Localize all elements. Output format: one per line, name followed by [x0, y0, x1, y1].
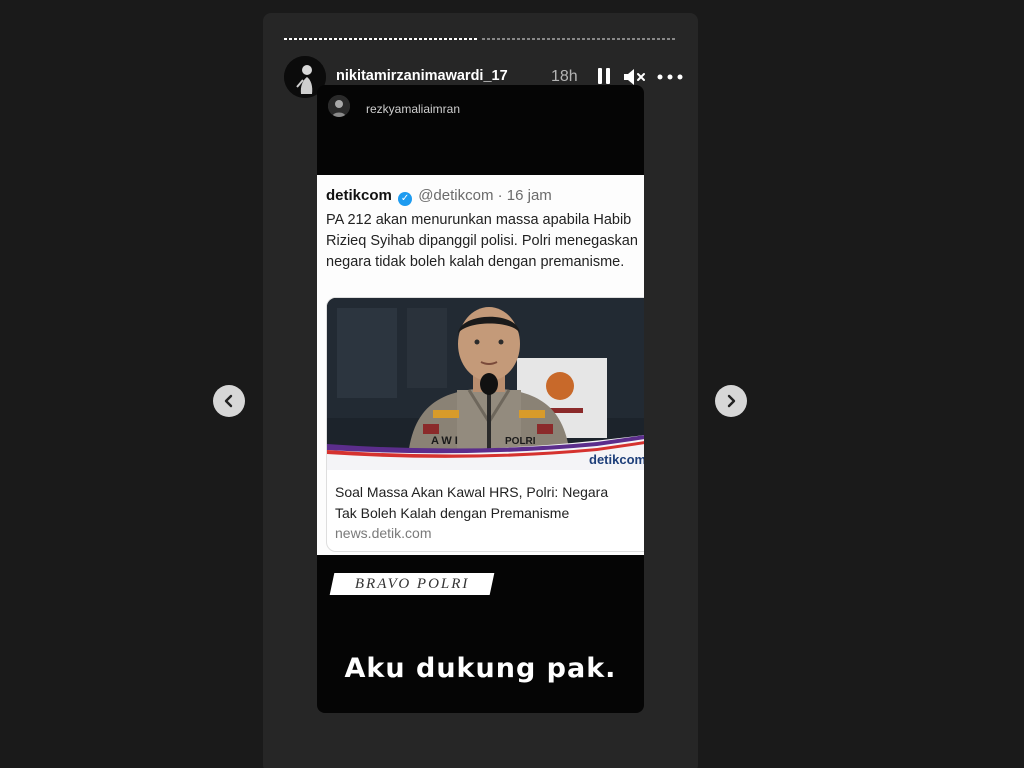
chevron-right-icon — [727, 394, 736, 408]
bravo-polri-sticker: BRAVO POLRI — [329, 573, 495, 595]
detikcom-watermark: detikcom — [589, 452, 644, 467]
progress-segment-1 — [284, 38, 479, 40]
tweet-screenshot: detikcom ✓ @detikcom · 16 jam PA 212 aka… — [317, 175, 644, 555]
reposter-avatar-image — [328, 95, 350, 117]
reposter-username: rezkyamaliaimran — [366, 102, 461, 116]
story-caption: Aku dukung pak. — [344, 653, 617, 684]
verified-badge-icon: ✓ — [398, 192, 413, 206]
link-title-line-1: Soal Massa Akan Kawal HRS, Polri: Negara — [335, 484, 609, 500]
tweet-handle-time: @detikcom · 16 jam — [418, 187, 552, 204]
previous-story-button[interactable] — [213, 385, 245, 417]
link-title-line-2: Tak Boleh Kalah dengan Premanisme — [335, 505, 570, 521]
tweet-header: detikcom ✓ @detikcom · 16 jam — [326, 187, 552, 206]
link-preview-image: AWI POLRI detikcom — [327, 298, 644, 470]
polri-badge-text: POLRI — [505, 436, 536, 447]
story-progress-bar — [284, 38, 676, 41]
story-content[interactable]: rezkyamaliaimran detikcom ✓ @detikcom · … — [317, 85, 644, 713]
story-time: 18h — [551, 68, 578, 85]
tweet-text: PA 212 akan menurunkan massa apabila Hab… — [326, 212, 638, 270]
username[interactable]: nikitamirzanimawardi_17 — [336, 68, 508, 84]
chevron-left-icon — [224, 394, 233, 408]
name-tag-text: AWI — [431, 435, 461, 447]
more-icon — [657, 74, 683, 80]
link-preview-card: AWI POLRI detikcom Soal Massa Akan Kawal… — [326, 297, 644, 552]
pause-icon — [598, 68, 610, 84]
tweet-author: detikcom — [326, 187, 392, 204]
press-conference-photo: AWI POLRI detikcom — [327, 298, 644, 470]
progress-segment-2 — [481, 38, 676, 40]
link-preview-title[interactable]: Soal Massa Akan Kawal HRS, Polri: Negara… — [335, 482, 644, 524]
link-preview-domain: news.detik.com — [335, 525, 432, 541]
sticker-text: BRAVO POLRI — [354, 575, 470, 592]
more-options-button[interactable] — [656, 66, 686, 88]
reposter-avatar — [328, 95, 350, 117]
next-story-button[interactable] — [715, 385, 747, 417]
